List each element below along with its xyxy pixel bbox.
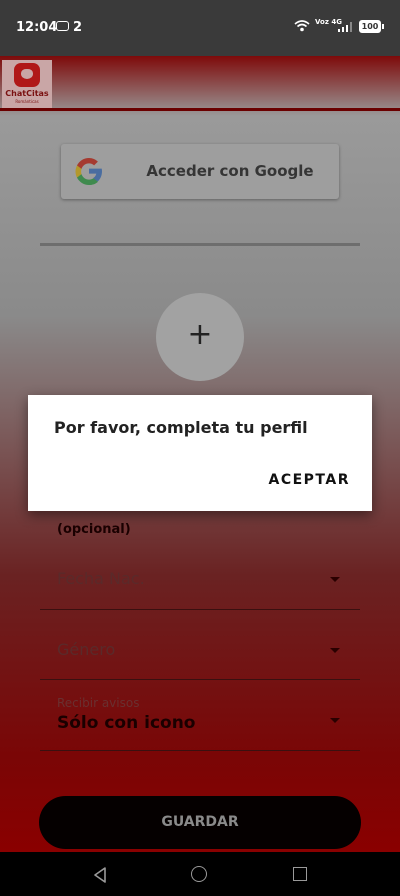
dialog-message: Por favor, completa tu perfil — [54, 418, 308, 437]
logo-title: ChatCitas — [5, 89, 49, 98]
google-icon — [75, 158, 102, 185]
wifi-icon — [294, 20, 310, 32]
add-photo-button[interactable]: + — [156, 293, 244, 381]
status-time: 12:04 — [16, 20, 58, 35]
message-icon — [56, 21, 69, 31]
recent-apps-icon[interactable] — [293, 867, 307, 881]
birthdate-placeholder: Fecha Nac. — [57, 569, 145, 588]
gender-dropdown[interactable]: Género — [40, 616, 360, 680]
heart-icon — [14, 63, 40, 87]
section-divider — [40, 243, 360, 246]
message-count: 2 — [73, 20, 83, 35]
screen: 12:04 2 Voz 4G 100 ChatCitas Románticas — [0, 0, 400, 896]
notifications-dropdown[interactable]: Recibir avisos Sólo con icono — [40, 686, 360, 751]
back-icon[interactable] — [92, 867, 108, 883]
save-button[interactable]: GUARDAR — [39, 796, 361, 849]
battery-icon: 100 — [359, 20, 384, 33]
signal-icon — [338, 22, 352, 32]
google-signin-button[interactable]: Acceder con Google — [61, 144, 339, 199]
navigation-bar — [0, 852, 400, 896]
home-icon[interactable] — [191, 866, 207, 882]
status-bar: 12:04 2 Voz 4G 100 — [0, 0, 400, 56]
accept-button[interactable]: ACEPTAR — [268, 472, 350, 488]
plus-icon: + — [187, 317, 213, 352]
optional-label: (opcional) — [57, 522, 131, 537]
notifications-label: Recibir avisos — [57, 696, 140, 710]
gender-placeholder: Género — [57, 640, 116, 659]
birthdate-dropdown[interactable]: Fecha Nac. — [40, 546, 360, 610]
chevron-down-icon — [330, 577, 340, 582]
notifications-value: Sólo con icono — [57, 713, 196, 733]
google-signin-label: Acceder con Google — [146, 162, 314, 180]
app-logo: ChatCitas Románticas — [2, 60, 52, 108]
logo-subtitle: Románticas — [15, 99, 39, 104]
chevron-down-icon — [330, 648, 340, 653]
complete-profile-dialog: Por favor, completa tu perfil ACEPTAR — [28, 395, 372, 511]
chevron-down-icon — [330, 718, 340, 723]
header-divider — [0, 108, 400, 111]
